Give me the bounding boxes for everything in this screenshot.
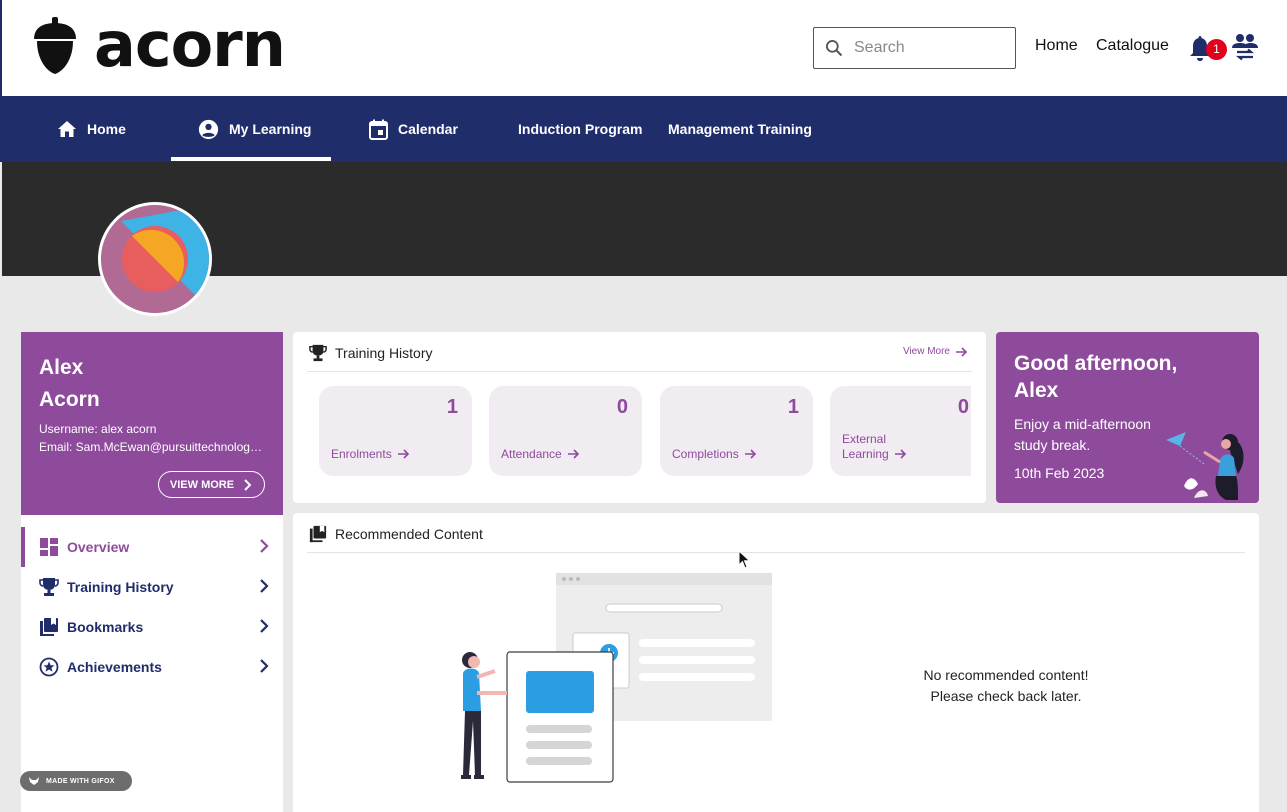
header-home-link[interactable]: Home [1035, 37, 1078, 55]
stat-label-row: Completions [672, 447, 757, 462]
search-input[interactable] [854, 39, 1004, 57]
star-circle-icon [39, 657, 59, 677]
chevron-right-icon [260, 659, 269, 673]
nav-tab-home[interactable]: Home [57, 96, 126, 162]
profile-first-name: Alex [39, 356, 84, 379]
training-history-header: Training History [309, 344, 433, 362]
account-circle-icon [198, 119, 219, 139]
avatar[interactable] [98, 202, 212, 316]
stat-label-line: External [842, 432, 887, 446]
side-menu-label: Bookmarks [67, 619, 144, 635]
top-header: acorn Home Catalogue 1 [0, 0, 1287, 96]
stat-value: 0 [616, 396, 628, 418]
switch-user-button[interactable] [1231, 32, 1259, 67]
side-menu-label: Achievements [67, 659, 162, 675]
people-swap-icon [1232, 34, 1258, 61]
calendar-icon [369, 119, 388, 140]
profile-view-more-button[interactable]: VIEW MORE [158, 471, 265, 498]
stat-label: Completions [672, 447, 739, 461]
chevron-right-icon [260, 619, 269, 633]
stat-label: External Learning [842, 432, 889, 462]
paper-plane-illustration [1166, 432, 1244, 500]
arrow-right-icon [894, 449, 906, 459]
side-menu-label: Overview [67, 539, 130, 555]
stat-value: 1 [446, 396, 458, 418]
stat-label-line: Learning [842, 447, 889, 461]
stat-external-learning[interactable]: 0 External Learning [830, 386, 971, 476]
training-history-card: Training History View More 1 Enrolments … [293, 332, 986, 503]
profile-card: Alex Acorn Username: alex acorn Email: S… [21, 332, 283, 515]
arrow-right-icon [744, 449, 756, 459]
chevron-right-icon [244, 478, 252, 491]
side-menu-overview[interactable]: Overview [21, 527, 283, 567]
dashboard-icon [40, 538, 58, 556]
stat-label-row: External Learning [842, 432, 907, 462]
acorn-logo-icon [34, 17, 76, 74]
recommended-content-card: Recommended Content No recommended conte… [293, 513, 1259, 812]
stat-label: Attendance [501, 447, 562, 461]
stat-label: Enrolments [331, 447, 392, 461]
side-menu-bookmarks[interactable]: Bookmarks [21, 607, 283, 647]
nav-tab-calendar[interactable]: Calendar [369, 96, 458, 162]
brand-name: acorn [94, 8, 286, 81]
stat-value: 0 [957, 396, 969, 418]
bookmarks-icon [40, 618, 58, 636]
home-icon [58, 121, 76, 137]
fox-icon [29, 777, 39, 785]
notification-badge: 1 [1206, 39, 1227, 60]
empty-state-illustration [461, 573, 772, 783]
view-more-label: View More [902, 346, 950, 357]
main-nav: Home My Learning Calendar Induction Prog… [0, 96, 1287, 162]
arrow-right-icon [567, 449, 579, 459]
chevron-right-icon [260, 579, 269, 593]
stats-carousel: 1 Enrolments 0 Attendance 1 Completions … [319, 386, 971, 476]
recommended-header: Recommended Content [309, 525, 483, 543]
training-history-view-more-link[interactable]: View More [903, 346, 968, 357]
profile-username: Username: alex acorn [39, 422, 157, 436]
trophy-icon [309, 344, 327, 362]
empty-state-line: No recommended content! [923, 667, 1089, 683]
header-catalogue-link[interactable]: Catalogue [1096, 37, 1169, 55]
side-menu-label: Training History [67, 579, 174, 595]
empty-state-message: No recommended content! Please check bac… [893, 665, 1119, 707]
gifox-watermark: MADE WITH GIFOX [20, 771, 132, 791]
nav-active-indicator [171, 157, 331, 161]
stat-enrolments[interactable]: 1 Enrolments [319, 386, 472, 476]
profile-email: Email: Sam.McEwan@pursuittechnology.com [39, 440, 265, 454]
greeting-title: Good afternoon, Alex [1014, 352, 1178, 402]
stat-attendance[interactable]: 0 Attendance [489, 386, 642, 476]
greeting-card: Good afternoon, Alex Enjoy a mid-afterno… [996, 332, 1259, 503]
trophy-icon [39, 578, 59, 596]
watermark-text: MADE WITH GIFOX [46, 777, 115, 785]
stat-value: 1 [787, 396, 799, 418]
divider [307, 371, 972, 372]
search-box[interactable] [813, 27, 1016, 69]
empty-state-line: Please check back later. [930, 688, 1082, 704]
profile-side-menu: Overview Training History Bookmarks Achi… [21, 515, 283, 812]
side-menu-training-history[interactable]: Training History [21, 567, 283, 607]
nav-tab-management-training[interactable]: Management Training [668, 96, 812, 162]
stat-label-row: Attendance [501, 447, 580, 462]
search-icon [826, 40, 843, 57]
mouse-cursor-icon [738, 550, 751, 569]
nav-tab-label: Home [87, 121, 126, 137]
stat-completions[interactable]: 1 Completions [660, 386, 813, 476]
arrow-right-icon [397, 449, 409, 459]
brand-logo[interactable]: acorn [30, 8, 286, 81]
arrow-right-icon [956, 346, 968, 357]
nav-tab-label: My Learning [229, 121, 312, 137]
chevron-right-icon [260, 539, 269, 553]
training-history-title: Training History [335, 345, 433, 361]
divider [307, 552, 1245, 553]
stat-label-row: Enrolments [331, 447, 410, 462]
nav-tab-induction-program[interactable]: Induction Program [518, 96, 642, 162]
library-books-icon [309, 525, 327, 543]
profile-last-name: Acorn [39, 388, 100, 411]
greeting-message: Enjoy a mid-afternoon study break. [1014, 416, 1151, 453]
nav-tab-my-learning[interactable]: My Learning [198, 96, 311, 162]
view-more-label: VIEW MORE [169, 478, 235, 491]
recommended-title: Recommended Content [335, 526, 483, 542]
nav-tab-label: Calendar [398, 121, 458, 137]
side-menu-achievements[interactable]: Achievements [21, 647, 283, 687]
